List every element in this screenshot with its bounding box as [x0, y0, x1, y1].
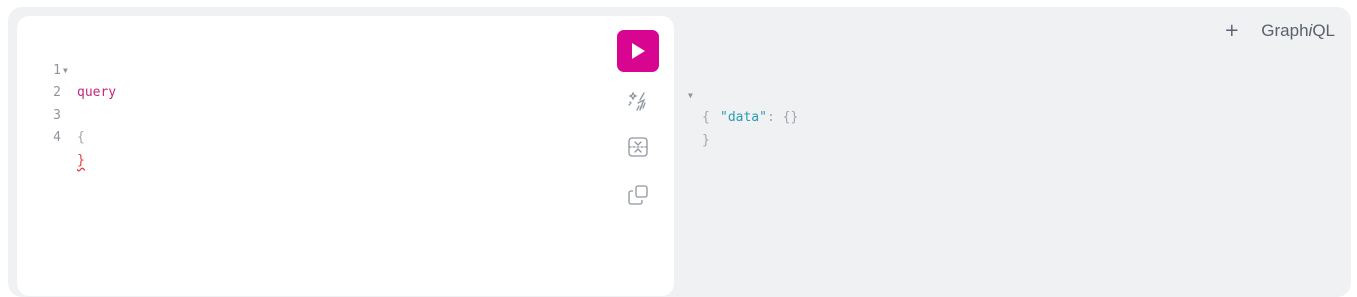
query-code[interactable]: 1 query 2 ▼ { 3 4 }	[37, 37, 116, 168]
editor-line: 4 }	[37, 105, 100, 168]
editor-line: 2 ▼ {	[37, 60, 100, 146]
top-bar: + GraphiQL	[1224, 21, 1335, 41]
close-brace-error: }	[77, 152, 85, 168]
query-editor[interactable]: 1 query 2 ▼ { 3 4 }	[17, 16, 674, 296]
result-close-brace: }	[702, 132, 710, 148]
add-tab-button[interactable]: +	[1224, 21, 1239, 41]
result-line: }	[688, 107, 735, 148]
result-viewer[interactable]: ▼ { "data": {} }	[688, 62, 798, 148]
copy-icon	[628, 185, 648, 205]
graphiql-logo: GraphiQL	[1261, 21, 1335, 41]
editor-line: 1 query	[37, 37, 116, 101]
merge-icon	[628, 137, 648, 157]
line-number: 4	[53, 130, 61, 145]
result-line: "data": {}	[688, 85, 798, 125]
result-separator: :	[766, 110, 783, 125]
logo-text-graph: Graph	[1261, 21, 1309, 40]
logo-text-ql: QL	[1312, 21, 1335, 40]
play-icon	[632, 43, 645, 59]
magic-wand-icon	[628, 91, 646, 111]
copy-query-button[interactable]	[625, 182, 651, 208]
result-line: ▼ {	[688, 62, 735, 126]
merge-fragments-button[interactable]	[625, 134, 651, 160]
graphiql-app: + GraphiQL 1 query 2 ▼ { 3 4 } ▼ {"data…	[8, 7, 1351, 297]
prettify-button[interactable]	[625, 88, 651, 114]
run-query-button[interactable]	[617, 30, 659, 72]
fold-arrow-icon[interactable]: ▼	[63, 60, 68, 83]
result-value: {}	[782, 110, 799, 125]
editor-line: 3	[37, 82, 100, 123]
